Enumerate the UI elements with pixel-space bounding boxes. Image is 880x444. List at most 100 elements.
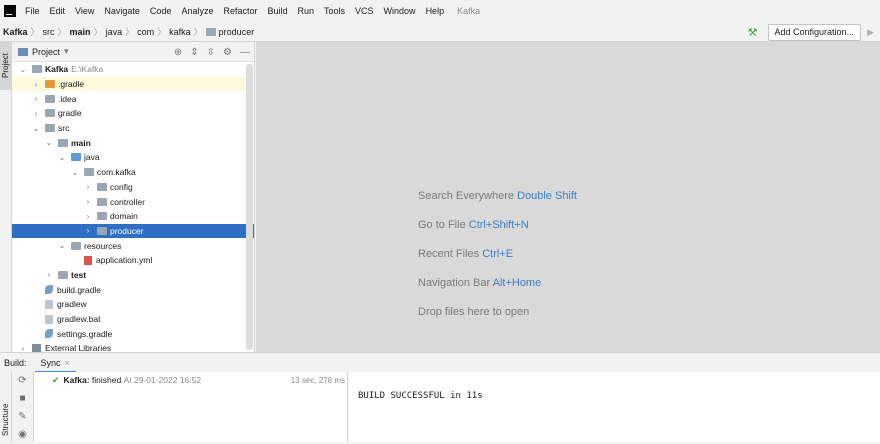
chevron-right-icon[interactable]: › (83, 212, 93, 221)
menu-refactor[interactable]: Refactor (218, 0, 262, 22)
breadcrumb-main[interactable]: main (67, 27, 94, 37)
stop-icon[interactable]: ■ (12, 390, 33, 408)
menu-tools[interactable]: Tools (319, 0, 350, 22)
run-icon[interactable]: ▶ (867, 27, 874, 38)
chevron-right-icon[interactable]: › (31, 80, 41, 89)
chevron-down-icon[interactable]: ⌄ (18, 65, 28, 74)
folder-icon (97, 197, 107, 206)
breadcrumb-producer[interactable]: producer (203, 27, 258, 37)
panel-tools: ⊕ ⇕ ⇳ ⚙ — (174, 42, 250, 62)
chevron-right-icon[interactable]: › (83, 197, 93, 206)
tree-item[interactable]: › .idea (12, 91, 254, 106)
menu-code[interactable]: Code (145, 0, 177, 22)
tree-item[interactable]: › producer (12, 223, 254, 239)
tree-item[interactable]: › gradle (12, 106, 254, 121)
tab-sync[interactable]: Sync × (34, 353, 76, 373)
tree-item[interactable]: › .gradle (12, 76, 254, 92)
hammer-icon[interactable]: ⚒ (748, 26, 758, 39)
tree-item[interactable]: ⌄ java (12, 150, 254, 165)
pin-icon[interactable]: ✎ (12, 408, 33, 426)
chevron-down-icon[interactable]: ⌄ (70, 168, 80, 177)
menu-window[interactable]: Window (379, 0, 421, 22)
build-toolbar: ⟳ ■ ✎ ◉ (12, 372, 34, 442)
menu-navigate[interactable]: Navigate (99, 0, 145, 22)
chevron-right-icon[interactable]: › (31, 94, 41, 103)
menu-analyze[interactable]: Analyze (176, 0, 218, 22)
hint-search-everywhere: Search Everywhere Double Shift (418, 190, 577, 202)
tree-item[interactable]: ⌄ com.kafka (12, 165, 254, 180)
gear-icon[interactable]: ⚙ (223, 47, 232, 58)
chevron-down-icon[interactable]: ▾ (64, 46, 69, 57)
checkmark-icon: ✔ (52, 374, 60, 385)
gradle-file-icon (45, 285, 53, 295)
tree-item[interactable]: › test (12, 268, 254, 283)
tree-item[interactable]: gradlew.bat (12, 312, 254, 327)
folder-icon (97, 212, 107, 221)
tree-item-label: main (71, 137, 91, 148)
collapse-all-icon[interactable]: ⇳ (207, 47, 215, 58)
editor-empty-area[interactable]: Search Everywhere Double Shift Go to Fil… (256, 42, 880, 352)
folder-icon (45, 94, 55, 103)
menu-view[interactable]: View (70, 0, 99, 22)
menu-run[interactable]: Run (293, 0, 320, 22)
eye-icon[interactable]: ◉ (12, 426, 33, 444)
sync-icon[interactable]: ⟳ (12, 372, 33, 390)
build-tree: ✔ Kafka: finished At 29-01-2022 16:52 13… (34, 372, 348, 442)
chevron-right-icon[interactable]: › (83, 182, 93, 191)
tree-item[interactable]: ⌄ resources (12, 238, 254, 253)
add-configuration-button[interactable]: Add Configuration... (767, 23, 862, 41)
menu-edit[interactable]: Edit (45, 0, 71, 22)
build-task-row[interactable]: ✔ Kafka: finished At 29-01-2022 16:52 13… (34, 372, 347, 388)
tree-item[interactable]: build.gradle (12, 282, 254, 297)
menu-vcs[interactable]: VCS (350, 0, 379, 22)
navigation-bar: Kafka 〉 src 〉 main 〉 java 〉 com 〉 kafka … (0, 22, 880, 42)
structure-tool-tab[interactable]: Structure (1, 404, 10, 436)
breadcrumb-java[interactable]: java (103, 27, 126, 37)
tree-item-label: domain (110, 211, 138, 222)
file-icon (45, 299, 53, 309)
folder-icon (45, 80, 55, 89)
chevron-right-icon[interactable]: › (31, 109, 41, 118)
tree-item[interactable]: application.yml (12, 253, 254, 268)
menu-file[interactable]: File (20, 0, 45, 22)
menu-help[interactable]: Help (421, 0, 450, 22)
chevron-right-icon: 〉 (93, 27, 103, 37)
build-output-text: BUILD SUCCESSFUL in 11s (358, 391, 483, 401)
tree-item-label: application.yml (96, 255, 153, 266)
tree-item[interactable]: ⌄ main (12, 135, 254, 150)
hint-go-to-file: Go to File Ctrl+Shift+N (418, 219, 529, 231)
breadcrumb-src[interactable]: src (40, 27, 58, 37)
minimize-icon[interactable]: — (240, 47, 250, 58)
close-icon[interactable]: × (65, 358, 70, 368)
tree-item[interactable]: › controller (12, 194, 254, 209)
expand-all-icon[interactable]: ⇕ (190, 47, 198, 58)
breadcrumb-com[interactable]: com (134, 27, 157, 37)
tree-item[interactable]: › config (12, 180, 254, 195)
chevron-right-icon[interactable]: › (83, 226, 93, 235)
tree-item[interactable]: › domain (12, 209, 254, 224)
window-title: Kafka (457, 6, 481, 16)
breadcrumb-kafka-pkg[interactable]: kafka (166, 27, 194, 37)
project-tool-tab[interactable]: Project (0, 42, 12, 90)
chevron-right-icon[interactable]: › (44, 270, 54, 279)
tree-item-label: com.kafka (97, 167, 136, 178)
locate-icon[interactable]: ⊕ (174, 47, 182, 58)
tree-item[interactable]: ⌄ Kafka E:\Kafka (12, 62, 254, 77)
tree-item-label: .idea (58, 93, 77, 104)
build-task-name: Kafka: (63, 375, 90, 385)
breadcrumb-kafka[interactable]: Kafka (0, 27, 31, 37)
chevron-down-icon[interactable]: ⌄ (44, 138, 54, 147)
menu-build[interactable]: Build (262, 0, 292, 22)
chevron-down-icon[interactable]: ⌄ (31, 124, 41, 133)
chevron-down-icon[interactable]: ⌄ (57, 153, 67, 162)
project-view-selector[interactable]: Project (32, 47, 60, 57)
build-task-status: finished (91, 375, 122, 385)
tree-item[interactable]: ⌄ src (12, 121, 254, 136)
tree-item-label: controller (110, 196, 145, 207)
tree-item[interactable]: settings.gradle (12, 326, 254, 341)
build-output[interactable]: BUILD SUCCESSFUL in 11s (349, 372, 880, 442)
tree-scrollbar[interactable] (246, 64, 253, 350)
tree-item[interactable]: gradlew (12, 297, 254, 312)
folder-icon (71, 153, 81, 162)
chevron-down-icon[interactable]: ⌄ (57, 241, 67, 250)
